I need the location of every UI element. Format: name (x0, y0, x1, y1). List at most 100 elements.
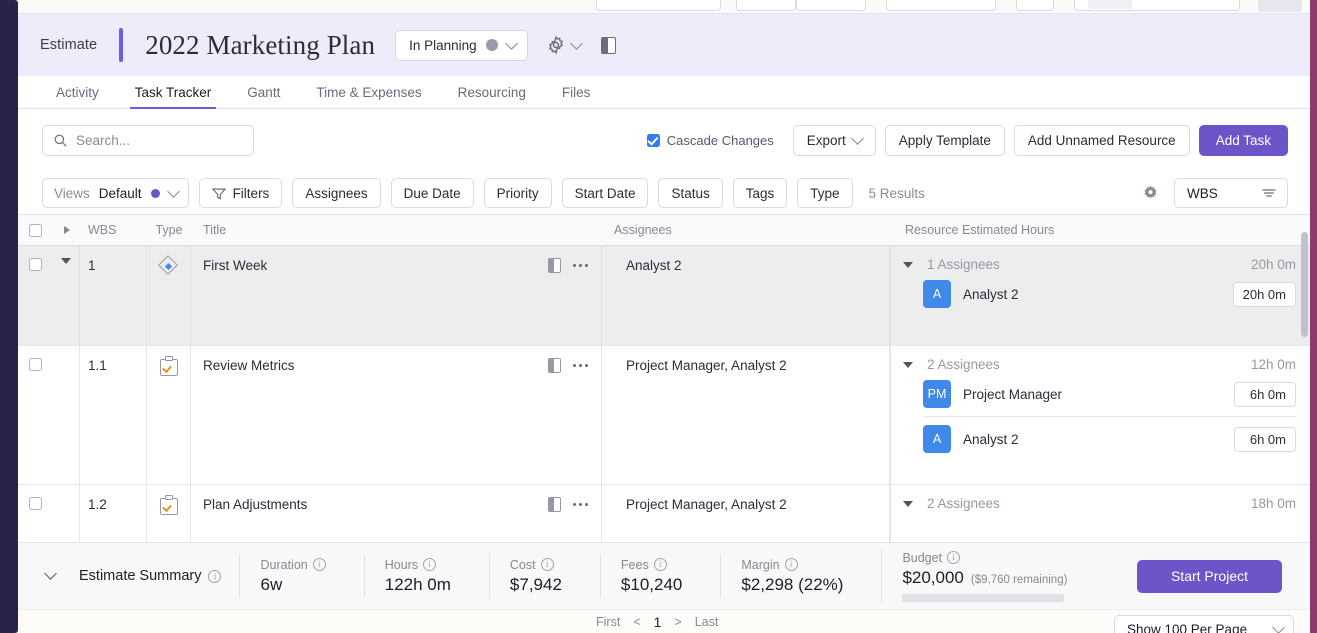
status-dot-icon (485, 39, 498, 51)
resource-summary[interactable]: 1 Assignees 20h 0m (891, 246, 1310, 272)
tab-gantt[interactable]: Gantt (229, 85, 298, 108)
collapse-summary-icon[interactable] (44, 567, 57, 580)
metric-value: $2,298 (22%) (741, 574, 844, 594)
settings-dropdown[interactable] (546, 35, 583, 55)
table-row[interactable]: 1.1 Review Metrics Project Manager, Anal… (18, 346, 1310, 485)
add-unnamed-resource-button[interactable]: Add Unnamed Resource (1013, 125, 1190, 156)
row-title: Review Metrics (191, 346, 602, 485)
resource-hours-input[interactable]: 6h 0m (1234, 426, 1296, 452)
filter-chip-status[interactable]: Status (658, 178, 723, 208)
cascade-changes-checkbox[interactable]: Cascade Changes (646, 133, 774, 148)
resource-summary[interactable]: 2 Assignees 12h 0m (891, 346, 1310, 372)
column-header-title[interactable]: Title (191, 223, 602, 237)
info-icon[interactable]: i (540, 558, 554, 571)
info-icon[interactable]: i (784, 558, 798, 571)
resource-row[interactable]: PM Project Manager 6h 0m (891, 372, 1310, 416)
tab-files[interactable]: Files (544, 85, 609, 108)
per-page-select[interactable]: Show 100 Per Page (1114, 615, 1294, 633)
table-scrollbar[interactable] (1301, 232, 1308, 337)
views-selector[interactable]: Views Default (42, 178, 189, 208)
search-input[interactable]: Search... (42, 125, 254, 156)
resource-hours-input[interactable]: 20h 0m (1232, 281, 1296, 307)
search-placeholder: Search... (76, 133, 131, 148)
checkbox-checked-icon (646, 134, 660, 147)
info-icon[interactable]: i (653, 558, 667, 571)
budget-remaining: ($9,760 remaining) (970, 573, 1068, 586)
row-type (147, 485, 191, 542)
panel-toggle-icon[interactable] (600, 36, 616, 54)
column-header-type[interactable]: Type (147, 223, 191, 237)
chevron-down-icon (569, 36, 583, 50)
tab-task-tracker[interactable]: Task Tracker (117, 85, 230, 109)
info-icon[interactable]: i (312, 558, 326, 571)
table-header-row: WBS Type Title Assignees Resource Estima… (18, 214, 1310, 246)
info-icon[interactable]: i (423, 558, 437, 571)
truncated-top-toolbar (18, 0, 1310, 14)
filter-chip-assignees[interactable]: Assignees (292, 178, 381, 208)
metric-label: Budget (902, 550, 943, 565)
metric-margin: Margin i $2,298 (22%) (720, 554, 863, 598)
row-wbs: 1.2 (80, 485, 147, 542)
panel-toggle-icon[interactable] (547, 258, 561, 273)
info-icon[interactable]: i (947, 551, 961, 564)
filter-chip-tags[interactable]: Tags (732, 178, 788, 208)
info-icon[interactable]: i (208, 569, 222, 583)
page-last-button[interactable]: Last (695, 615, 719, 629)
panel-toggle-icon[interactable] (547, 358, 561, 373)
expand-all-toggle[interactable] (53, 226, 80, 234)
filters-button[interactable]: Filters (198, 178, 283, 208)
filter-chip-type[interactable]: Type (797, 178, 853, 208)
filter-icon (211, 188, 226, 200)
row-more-menu-icon[interactable] (572, 502, 588, 507)
metric-duration: Duration i 6w (239, 554, 345, 598)
page-first-button[interactable]: First (596, 615, 620, 629)
start-project-button[interactable]: Start Project (1136, 559, 1282, 593)
group-by-select[interactable]: WBS (1174, 178, 1288, 208)
column-header-resource-hours[interactable]: Resource Estimated Hours (890, 223, 1310, 237)
row-title-value: First Week (203, 258, 268, 273)
status-dropdown[interactable]: In Planning (395, 29, 528, 61)
tab-activity[interactable]: Activity (38, 85, 117, 108)
column-header-assignees[interactable]: Assignees (602, 223, 890, 237)
table-row[interactable]: 1.2 Plan Adjustments Project Manager, An… (18, 485, 1310, 542)
filter-chip-priority[interactable]: Priority (483, 178, 552, 208)
search-icon (54, 134, 67, 147)
select-all-checkbox[interactable] (18, 223, 53, 237)
filter-chip-due-date[interactable]: Due Date (390, 178, 474, 208)
table-row[interactable]: 1 First Week Analyst 2 1 Assignees 20h 0… (18, 246, 1310, 346)
gear-icon[interactable] (1141, 184, 1160, 203)
chevron-down-icon (1272, 620, 1285, 633)
page-next-button[interactable]: > (674, 615, 681, 629)
sort-filter-icon (1262, 189, 1276, 197)
row-checkbox[interactable] (18, 246, 53, 346)
row-expand-toggle[interactable] (53, 246, 80, 346)
row-more-menu-icon[interactable] (572, 263, 588, 268)
add-task-button[interactable]: Add Task (1198, 125, 1288, 156)
right-edge-rail (1310, 0, 1317, 633)
filter-chip-start-date[interactable]: Start Date (561, 178, 649, 208)
row-wbs-value: 1.1 (88, 358, 107, 373)
metric-cost: Cost i $7,942 (488, 554, 582, 598)
page-prev-button[interactable]: < (633, 615, 640, 629)
export-button[interactable]: Export (792, 125, 876, 156)
metric-label: Margin (741, 557, 780, 572)
tab-time-and-expenses[interactable]: Time & Expenses (298, 85, 439, 108)
row-checkbox[interactable] (18, 346, 53, 485)
metric-hours: Hours i 122h 0m (363, 554, 471, 598)
row-more-menu-icon[interactable] (572, 363, 588, 368)
resource-name: Project Manager (963, 386, 1063, 402)
resource-summary[interactable]: 2 Assignees 18h 0m (891, 485, 1310, 511)
resource-name: Analyst 2 (963, 286, 1019, 302)
resource-row[interactable]: A Analyst 2 6h 0m (891, 417, 1310, 461)
resource-row[interactable]: A Analyst 2 20h 0m (891, 272, 1310, 316)
tab-resourcing[interactable]: Resourcing (440, 85, 544, 108)
row-checkbox[interactable] (18, 485, 53, 542)
views-dot-icon (150, 188, 160, 198)
panel-toggle-icon[interactable] (547, 497, 561, 512)
resource-total-hours: 20h 0m (1250, 257, 1296, 272)
column-header-wbs[interactable]: WBS (80, 223, 147, 237)
checkbox-icon (29, 497, 42, 510)
apply-template-button[interactable]: Apply Template (884, 125, 1005, 156)
page-current[interactable]: 1 (654, 614, 662, 630)
resource-hours-input[interactable]: 6h 0m (1234, 381, 1296, 407)
